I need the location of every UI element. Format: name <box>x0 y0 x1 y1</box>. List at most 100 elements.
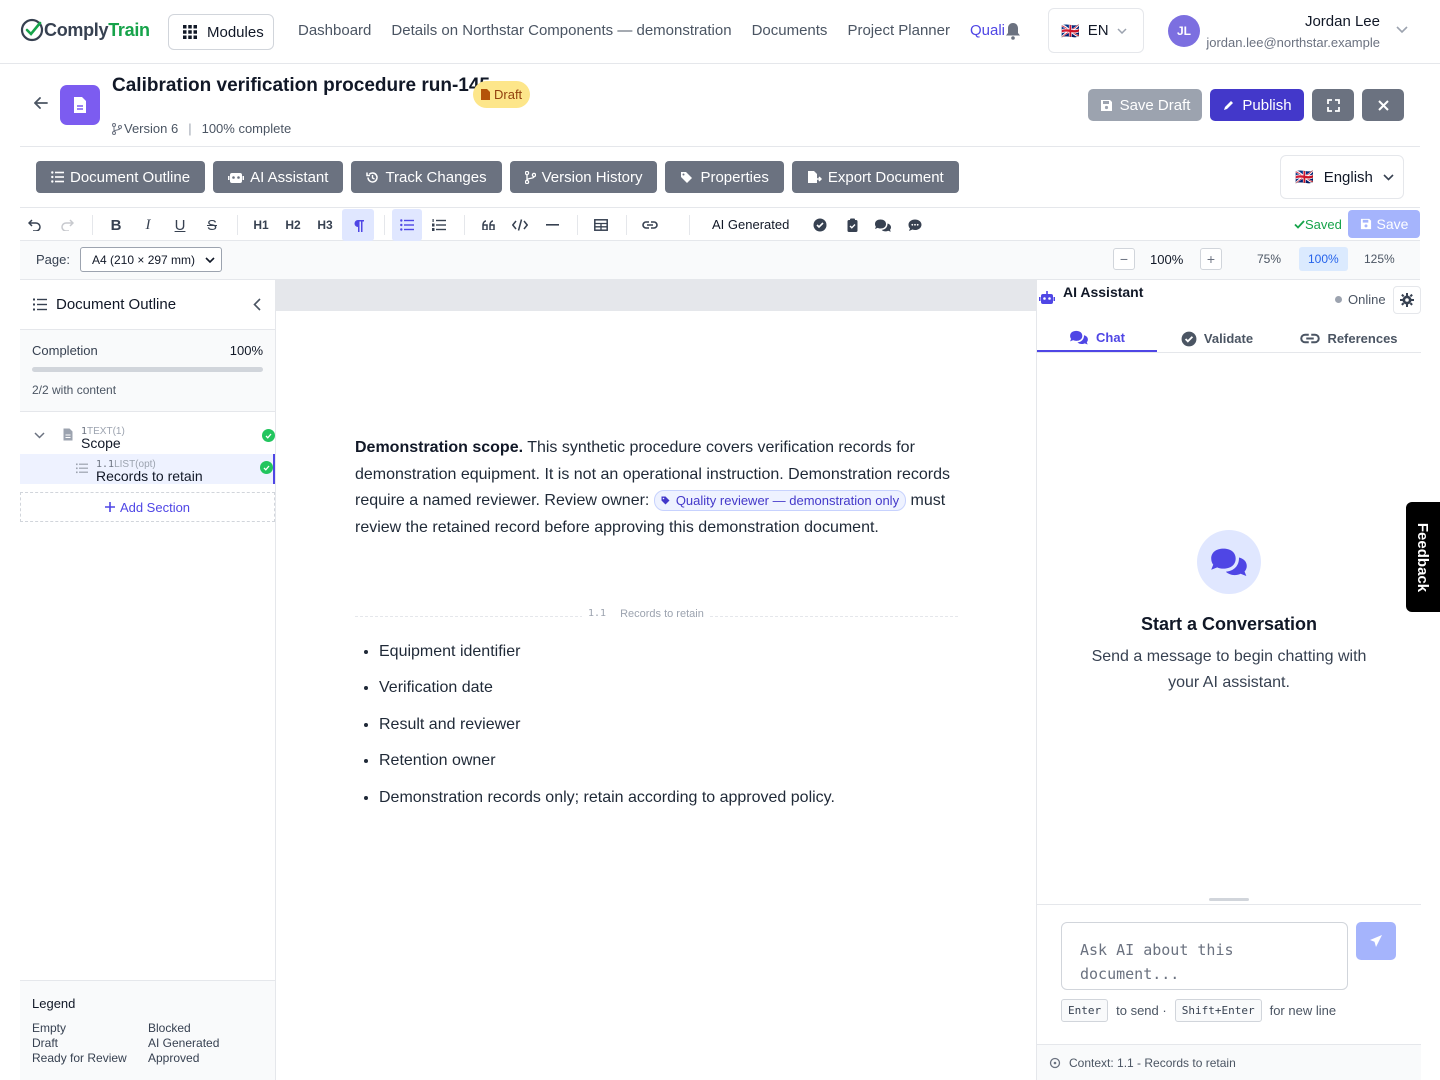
add-comment-button[interactable] <box>901 212 929 238</box>
numbered-list-button[interactable] <box>425 212 453 238</box>
list-icon <box>51 171 64 183</box>
tab-chat[interactable]: Chat <box>1037 325 1157 352</box>
comments-icon <box>1070 330 1088 345</box>
chat-input[interactable]: Ask AI about this document... <box>1061 922 1348 990</box>
publish-label: Publish <box>1242 96 1292 114</box>
status-badge-label: Draft <box>494 87 523 102</box>
completion-value: 100% <box>229 343 263 358</box>
language-selector[interactable]: 🇬🇧 EN <box>1048 8 1144 53</box>
section-complete-icon <box>262 429 275 442</box>
properties-label: Properties <box>700 168 769 186</box>
reviewer-chip-label: Quality reviewer — demonstration only <box>675 493 900 509</box>
numbered-list-icon <box>432 219 446 231</box>
heading-1-button[interactable]: H1 <box>247 212 275 238</box>
saved-status: Saved <box>1294 217 1342 232</box>
expand-icon <box>1326 98 1340 112</box>
assistant-status-label: Online <box>1348 292 1386 307</box>
comments-button[interactable] <box>869 212 897 238</box>
completion-progress-fill <box>32 367 263 372</box>
nav-documents[interactable]: Documents <box>752 22 828 39</box>
undo-button[interactable] <box>21 212 49 238</box>
nav-project-details[interactable]: Details on Northstar Components — demons… <box>391 22 731 39</box>
ai-assistant-button[interactable]: AI Assistant <box>213 161 344 193</box>
records-list[interactable]: Equipment identifier Verification date R… <box>379 643 835 825</box>
table-button[interactable] <box>587 212 615 238</box>
scope-paragraph[interactable]: Demonstration scope. This synthetic proc… <box>355 435 955 541</box>
code-button[interactable] <box>506 212 534 238</box>
outline-section-records[interactable]: 1.1LIST(opt) Records to retain <box>20 454 275 484</box>
zoom-preset-75[interactable]: 75% <box>1248 247 1290 271</box>
logo[interactable]: Comply Train <box>20 18 150 42</box>
bold-button[interactable]: B <box>102 212 130 238</box>
nav-project-planner[interactable]: Project Planner <box>847 22 950 39</box>
underline-button[interactable]: U <box>166 212 194 238</box>
tab-references[interactable]: References <box>1277 325 1421 352</box>
publish-button[interactable]: Publish <box>1210 89 1304 121</box>
fullscreen-button[interactable] <box>1312 89 1354 121</box>
back-arrow-icon[interactable] <box>34 96 48 110</box>
version-info: Version 6 <box>112 121 178 136</box>
outline-section-scope[interactable]: 1TEXT(1) Scope <box>20 421 275 453</box>
review-clipboard-button[interactable] <box>838 212 866 238</box>
heading-2-button[interactable]: H2 <box>279 212 307 238</box>
nav-dashboard[interactable]: Dashboard <box>298 22 371 39</box>
nav-quality[interactable]: Quali <box>970 22 1005 39</box>
resize-handle[interactable] <box>1209 898 1249 901</box>
document-language-selector[interactable]: 🇬🇧 English <box>1280 155 1404 199</box>
redo-button[interactable] <box>53 212 81 238</box>
chevron-down-icon[interactable] <box>34 432 45 439</box>
save-draft-label: Save Draft <box>1119 96 1191 114</box>
undo-icon <box>28 219 41 231</box>
legend-item-approved: Approved <box>148 1051 200 1065</box>
toolbar-separator <box>626 215 627 235</box>
version-history-button[interactable]: Version History <box>509 161 658 193</box>
robot-icon <box>228 173 245 183</box>
zoom-preset-100[interactable]: 100% <box>1299 247 1348 271</box>
zoom-out-button[interactable]: − <box>1113 248 1135 270</box>
list-item: Retention owner <box>379 752 835 788</box>
add-section-button[interactable]: Add Section <box>20 492 275 522</box>
track-changes-button[interactable]: Track Changes <box>351 161 502 193</box>
page-size-select[interactable]: A4 (210 × 297 mm) <box>80 247 222 272</box>
tab-references-label: References <box>1327 331 1398 346</box>
zoom-preset-125[interactable]: 125% <box>1355 247 1404 271</box>
assistant-settings-button[interactable] <box>1393 286 1421 314</box>
quote-button[interactable] <box>474 212 502 238</box>
strikethrough-button[interactable]: S <box>198 212 226 238</box>
paragraph-button[interactable] <box>342 209 374 241</box>
close-button[interactable] <box>1362 89 1404 121</box>
save-draft-button[interactable]: Save Draft <box>1088 89 1202 121</box>
zoom-in-button[interactable]: + <box>1200 248 1222 270</box>
editor-canvas[interactable]: Demonstration scope. This synthetic proc… <box>276 280 1036 1080</box>
top-nav: Dashboard Details on Northstar Component… <box>298 22 1005 39</box>
tab-validate[interactable]: Validate <box>1157 325 1277 352</box>
legend-title: Legend <box>32 996 76 1011</box>
collapse-chevron-icon[interactable] <box>253 298 261 311</box>
link-button[interactable] <box>636 212 664 238</box>
reviewer-chip[interactable]: Quality reviewer — demonstration only <box>653 490 907 512</box>
uk-flag-icon: 🇬🇧 <box>1061 22 1080 40</box>
avatar[interactable]: JL <box>1168 15 1200 47</box>
heading-3-button[interactable]: H3 <box>311 212 339 238</box>
horizontal-rule-button[interactable] <box>538 212 566 238</box>
modules-button[interactable]: Modules <box>168 14 274 50</box>
feedback-tab[interactable]: Feedback <box>1406 502 1440 612</box>
save-button[interactable]: Save <box>1348 210 1420 238</box>
send-button[interactable] <box>1356 922 1396 960</box>
italic-button[interactable]: I <box>134 212 162 238</box>
bullet-list-button[interactable] <box>392 209 422 241</box>
export-document-button[interactable]: Export Document <box>791 161 959 193</box>
approve-check-button[interactable] <box>806 212 834 238</box>
legend-item-ready-for-review: Ready for Review <box>32 1051 127 1065</box>
content-count: 2/2 with content <box>32 383 117 397</box>
ai-generated-status[interactable]: AI Generated <box>712 217 789 232</box>
toolbar-separator <box>689 215 690 235</box>
context-label: Context: 1.1 - Records to retain <box>1069 1055 1236 1070</box>
user-menu-chevron-icon[interactable] <box>1396 26 1408 34</box>
bell-icon[interactable] <box>1005 22 1021 40</box>
paragraph-icon <box>354 219 364 232</box>
properties-button[interactable]: Properties <box>665 161 784 193</box>
completion-progress-bar <box>32 367 263 372</box>
document-outline-button[interactable]: Document Outline <box>36 161 206 193</box>
empty-state-subtitle: Send a message to begin chatting with yo… <box>1091 648 1367 691</box>
